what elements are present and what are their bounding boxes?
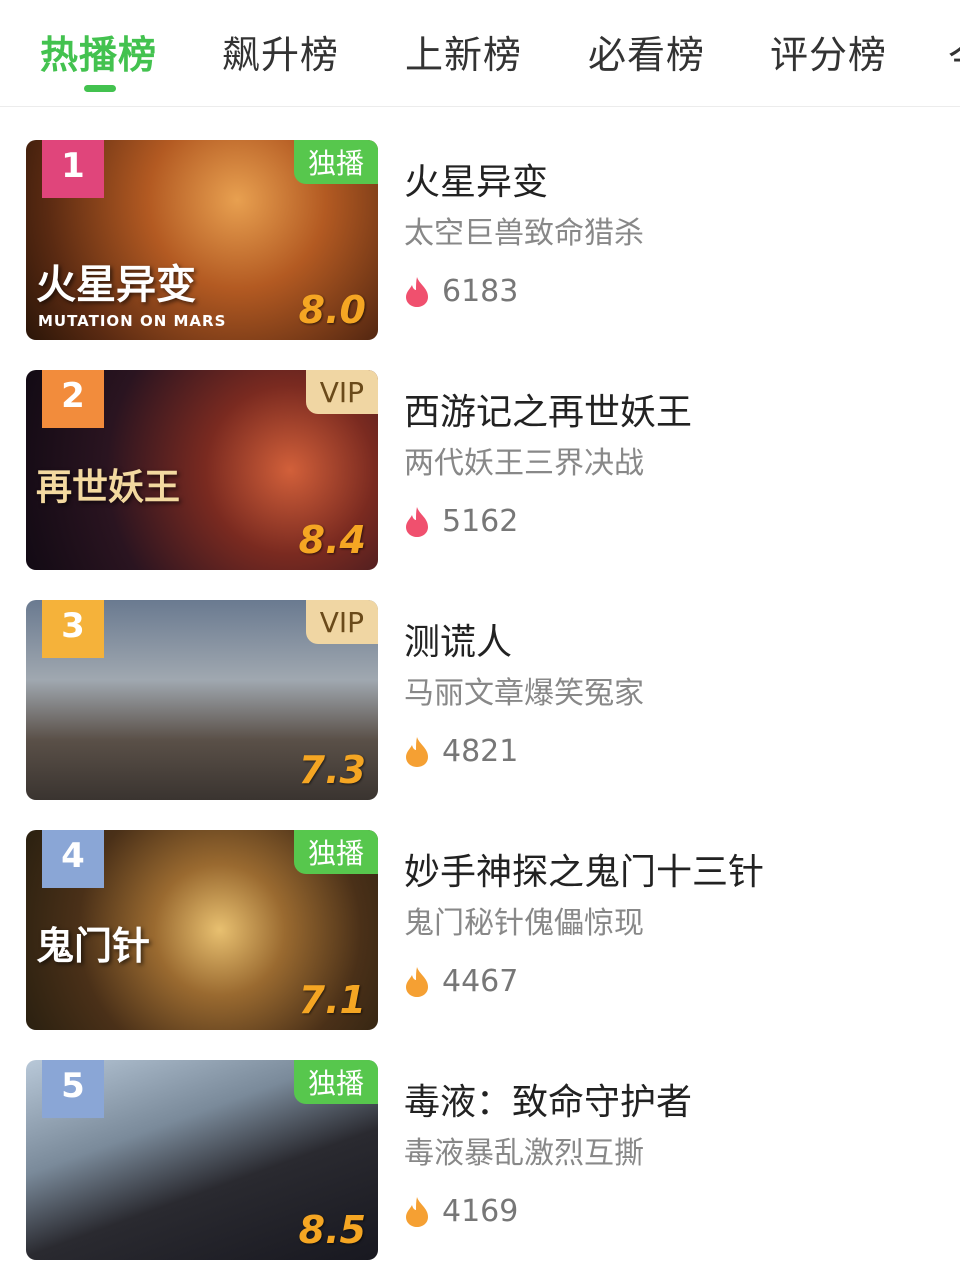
score: 8.4 [298, 518, 366, 562]
flame-icon [406, 1196, 428, 1227]
poster-subtitle: MUTATION ON MARS [38, 312, 227, 330]
item-subtitle: 马丽文章爆笑冤家 [404, 676, 644, 711]
tab-partial[interactable]: 今 [948, 28, 960, 68]
poster[interactable]: 5 独播 8.5 [26, 1060, 378, 1260]
tab-rising[interactable]: 飙升榜 [222, 24, 339, 79]
score: 7.3 [298, 748, 366, 792]
exclusive-tag: 独播 [293, 830, 378, 874]
item-subtitle: 两代妖王三界决战 [404, 446, 644, 481]
item-subtitle: 太空巨兽致命猎杀 [404, 216, 644, 251]
item-info: 测谎人 马丽文章爆笑冤家 4821 [404, 618, 944, 769]
rank-badge: 5 [42, 1060, 104, 1118]
tab-hot[interactable]: 热播榜 [40, 24, 157, 79]
rank-badge: 1 [42, 140, 104, 198]
poster-title: 再世妖王 [36, 466, 181, 508]
heat-count: 5162 [404, 504, 944, 539]
exclusive-tag: 独播 [293, 140, 378, 184]
item-title[interactable]: 毒液：致命守护者 [404, 1078, 944, 1128]
list-item[interactable]: 火星异变 MUTATION ON MARS 1 独播 8.0 火星异变 太空巨兽… [26, 140, 946, 340]
poster[interactable]: 鬼门针 4 独播 7.1 [26, 830, 378, 1030]
poster[interactable]: 3 VIP 7.3 [26, 600, 378, 800]
score: 8.5 [298, 1208, 366, 1252]
flame-icon [406, 966, 428, 997]
item-info: 妙手神探之鬼门十三针 鬼门秘针傀儡惊现 4467 [404, 848, 944, 999]
list-item[interactable]: 鬼门针 4 独播 7.1 妙手神探之鬼门十三针 鬼门秘针傀儡惊现 4467 [26, 830, 946, 1030]
poster[interactable]: 再世妖王 2 VIP 8.4 [26, 370, 378, 570]
list-item[interactable]: 3 VIP 7.3 测谎人 马丽文章爆笑冤家 4821 [26, 600, 946, 800]
item-title[interactable]: 西游记之再世妖王 [404, 388, 944, 438]
rank-badge: 3 [42, 600, 104, 658]
poster-title: 鬼门针 [36, 923, 151, 968]
score: 8.0 [298, 288, 366, 332]
item-subtitle: 毒液暴乱激烈互撕 [404, 1136, 644, 1171]
tab-new[interactable]: 上新榜 [405, 24, 522, 79]
score: 7.1 [298, 978, 366, 1022]
rank-badge: 2 [42, 370, 104, 428]
heat-count: 4821 [404, 734, 944, 769]
tab-rating[interactable]: 评分榜 [770, 24, 887, 79]
item-title[interactable]: 火星异变 [404, 158, 944, 208]
poster[interactable]: 火星异变 MUTATION ON MARS 1 独播 8.0 [26, 140, 378, 340]
heat-count: 4169 [404, 1194, 944, 1229]
vip-tag: VIP [305, 370, 378, 414]
heat-count: 4467 [404, 964, 944, 999]
list-item[interactable]: 再世妖王 2 VIP 8.4 西游记之再世妖王 两代妖王三界决战 5162 [26, 370, 946, 570]
ranking-tab-bar: 热播榜 飙升榜 上新榜 必看榜 评分榜 今 [0, 0, 960, 107]
flame-icon [406, 736, 428, 767]
item-info: 火星异变 太空巨兽致命猎杀 6183 [404, 158, 944, 309]
tab-must-watch[interactable]: 必看榜 [588, 24, 705, 79]
item-subtitle: 鬼门秘针傀儡惊现 [404, 906, 644, 941]
list-item[interactable]: 5 独播 8.5 毒液：致命守护者 毒液暴乱激烈互撕 4169 [26, 1060, 946, 1260]
item-info: 毒液：致命守护者 毒液暴乱激烈互撕 4169 [404, 1078, 944, 1229]
item-title[interactable]: 妙手神探之鬼门十三针 [404, 848, 944, 898]
flame-icon [406, 276, 428, 307]
active-tab-indicator [84, 85, 116, 92]
heat-count: 6183 [404, 274, 944, 309]
poster-title: 火星异变 [36, 261, 196, 308]
vip-tag: VIP [305, 600, 378, 644]
item-title[interactable]: 测谎人 [404, 618, 944, 668]
rank-badge: 4 [42, 830, 104, 888]
exclusive-tag: 独播 [293, 1060, 378, 1104]
flame-icon [406, 506, 428, 537]
item-info: 西游记之再世妖王 两代妖王三界决战 5162 [404, 388, 944, 539]
